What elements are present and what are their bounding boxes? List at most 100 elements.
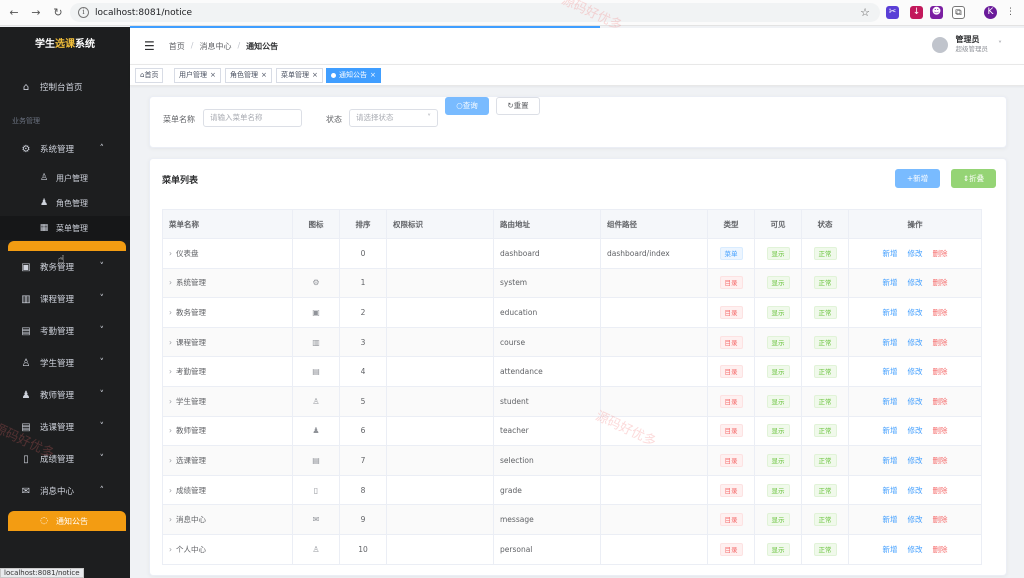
sidebar-item-grade[interactable]: ▯ 成绩管理 ˅ <box>0 445 130 473</box>
chevron-right-icon[interactable]: › <box>169 397 172 406</box>
row-delete-link[interactable]: 删除 <box>933 397 948 406</box>
extension-scissors-icon[interactable]: ✂ <box>886 6 899 19</box>
reload-icon[interactable]: ↻ <box>50 5 66 21</box>
sidebar-item-course[interactable]: ▥ 课程管理 ˅ <box>0 285 130 313</box>
close-icon[interactable]: × <box>312 71 318 79</box>
row-edit-link[interactable]: 修改 <box>908 249 923 258</box>
type-badge: 目录 <box>719 305 743 319</box>
forward-icon[interactable]: → <box>28 5 44 21</box>
row-edit-link[interactable]: 修改 <box>908 278 923 287</box>
chevron-right-icon[interactable]: › <box>169 515 172 524</box>
cell-actions: 新增 修改 删除 <box>848 297 982 328</box>
profile-avatar-icon[interactable]: K <box>984 6 997 19</box>
tag-menu[interactable]: 菜单管理 × <box>276 68 323 83</box>
sidebar-sub-role[interactable]: ♟ 角色管理 <box>0 191 130 215</box>
row-delete-link[interactable]: 删除 <box>933 486 948 495</box>
reset-button[interactable]: ↻重置 <box>496 97 540 115</box>
sidebar-item-student[interactable]: ♙ 学生管理 ˅ <box>0 349 130 377</box>
user-dropdown[interactable]: 管理员 超级管理员 ˅ <box>931 35 1002 54</box>
sidebar-item-message[interactable]: ✉ 消息中心 ˄ <box>0 477 130 505</box>
bookmark-star-icon[interactable]: ☆ <box>860 6 870 19</box>
row-add-link[interactable]: 新增 <box>883 515 898 524</box>
row-add-link[interactable]: 新增 <box>883 308 898 317</box>
browser-menu-icon[interactable]: ⋮ <box>1004 6 1017 19</box>
row-add-link[interactable]: 新增 <box>883 426 898 435</box>
hamburger-menu-icon[interactable]: ☰ <box>144 39 155 53</box>
cell-status: 正常 <box>801 326 849 358</box>
site-info-icon[interactable]: i <box>78 7 89 18</box>
tag-notice[interactable]: 通知公告 × <box>326 68 381 83</box>
row-edit-link[interactable]: 修改 <box>908 426 923 435</box>
sidebar-item-home[interactable]: ⌂ 控制台首页 <box>0 73 130 101</box>
close-icon[interactable]: × <box>370 71 376 79</box>
tag-user[interactable]: 用户管理 × <box>174 68 221 83</box>
status-select[interactable]: 请选择状态 ˅ <box>349 109 438 127</box>
row-add-link[interactable]: 新增 <box>883 278 898 287</box>
row-edit-link[interactable]: 修改 <box>908 486 923 495</box>
extensions-puzzle-icon[interactable]: ⧉ <box>952 6 965 19</box>
type-badge: 目录 <box>719 513 743 527</box>
chevron-right-icon[interactable]: › <box>169 545 172 554</box>
collapse-button[interactable]: ⇕折叠 <box>951 169 996 188</box>
add-button[interactable]: +新增 <box>895 169 940 188</box>
sidebar-item-attendance[interactable]: ▤ 考勤管理 ˅ <box>0 317 130 345</box>
chevron-right-icon[interactable]: › <box>169 278 172 287</box>
extension-robot-icon[interactable]: ☻ <box>930 6 943 19</box>
query-button[interactable]: ○查询 <box>445 97 489 115</box>
row-add-link[interactable]: 新增 <box>883 367 898 376</box>
row-edit-link[interactable]: 修改 <box>908 545 923 554</box>
cell-order: 3 <box>339 326 387 358</box>
tag-role[interactable]: 角色管理 × <box>225 68 272 83</box>
sidebar-item-system[interactable]: ⚙ 系统管理 ˄ <box>0 135 130 163</box>
chevron-right-icon[interactable]: › <box>169 338 172 347</box>
row-delete-link[interactable]: 删除 <box>933 456 948 465</box>
sidebar-sub-user[interactable]: ♙ 用户管理 <box>0 166 130 190</box>
row-delete-link[interactable]: 删除 <box>933 545 948 554</box>
sidebar-item-selection[interactable]: ▤ 选课管理 ˅ <box>0 413 130 441</box>
row-delete-link[interactable]: 删除 <box>933 515 948 524</box>
breadcrumb-message[interactable]: 消息中心 <box>199 41 231 52</box>
table-body: › 仪表盘 0 dashboard dashboard/index 菜单 显示 正常 新增 修改删… <box>162 238 982 565</box>
row-add-link[interactable]: 新增 <box>883 249 898 258</box>
chevron-right-icon[interactable]: › <box>169 367 172 376</box>
sidebar-item-teacher[interactable]: ♟ 教师管理 ˅ <box>0 381 130 409</box>
chevron-right-icon[interactable]: › <box>169 426 172 435</box>
table-row: › 课程管理 ▥ 3 course 目录 显示 正常 新增 修改 删除 <box>162 326 982 358</box>
row-add-link[interactable]: 新增 <box>883 486 898 495</box>
row-add-link[interactable]: 新增 <box>883 338 898 347</box>
sidebar-item-education[interactable]: ▣ 教务管理 ˅ <box>0 253 130 281</box>
row-delete-link[interactable]: 删除 <box>933 367 948 376</box>
row-add-link[interactable]: 新增 <box>883 397 898 406</box>
sidebar-item-label: 考勤管理 <box>40 327 75 337</box>
chevron-right-icon[interactable]: › <box>169 456 172 465</box>
row-delete-link[interactable]: 删除 <box>933 249 948 258</box>
row-edit-link[interactable]: 修改 <box>908 456 923 465</box>
row-delete-link[interactable]: 删除 <box>933 308 948 317</box>
chevron-right-icon[interactable]: › <box>169 486 172 495</box>
visible-badge: 显示 <box>766 483 790 497</box>
row-edit-link[interactable]: 修改 <box>908 308 923 317</box>
extension-download-icon[interactable]: ↓ <box>910 6 923 19</box>
breadcrumb-home[interactable]: 首页 <box>169 41 185 52</box>
row-edit-link[interactable]: 修改 <box>908 515 923 524</box>
row-add-link[interactable]: 新增 <box>883 456 898 465</box>
sidebar-sub-menu[interactable]: ▦ 菜单管理 <box>0 216 130 240</box>
column-header: 可见 <box>754 209 802 239</box>
row-delete-link[interactable]: 删除 <box>933 426 948 435</box>
row-add-link[interactable]: 新增 <box>883 545 898 554</box>
tag-home[interactable]: ⌂首页 <box>135 68 164 83</box>
back-icon[interactable]: ← <box>6 5 22 21</box>
row-delete-link[interactable]: 删除 <box>933 278 948 287</box>
sidebar-sub-notice[interactable]: ◌ 通知公告 <box>0 511 130 531</box>
row-edit-link[interactable]: 修改 <box>908 367 923 376</box>
chevron-right-icon[interactable]: › <box>169 249 172 258</box>
chevron-right-icon[interactable]: › <box>169 308 172 317</box>
menu-name-input[interactable]: 请输入菜单名称 <box>203 109 302 127</box>
row-edit-link[interactable]: 修改 <box>908 397 923 406</box>
row-delete-link[interactable]: 删除 <box>933 338 948 347</box>
close-icon[interactable]: × <box>261 71 267 79</box>
address-bar[interactable]: i localhost:8081/notice ☆ <box>70 3 880 22</box>
close-icon[interactable]: × <box>210 71 216 79</box>
row-edit-link[interactable]: 修改 <box>908 338 923 347</box>
status-badge: 正常 <box>813 305 837 319</box>
